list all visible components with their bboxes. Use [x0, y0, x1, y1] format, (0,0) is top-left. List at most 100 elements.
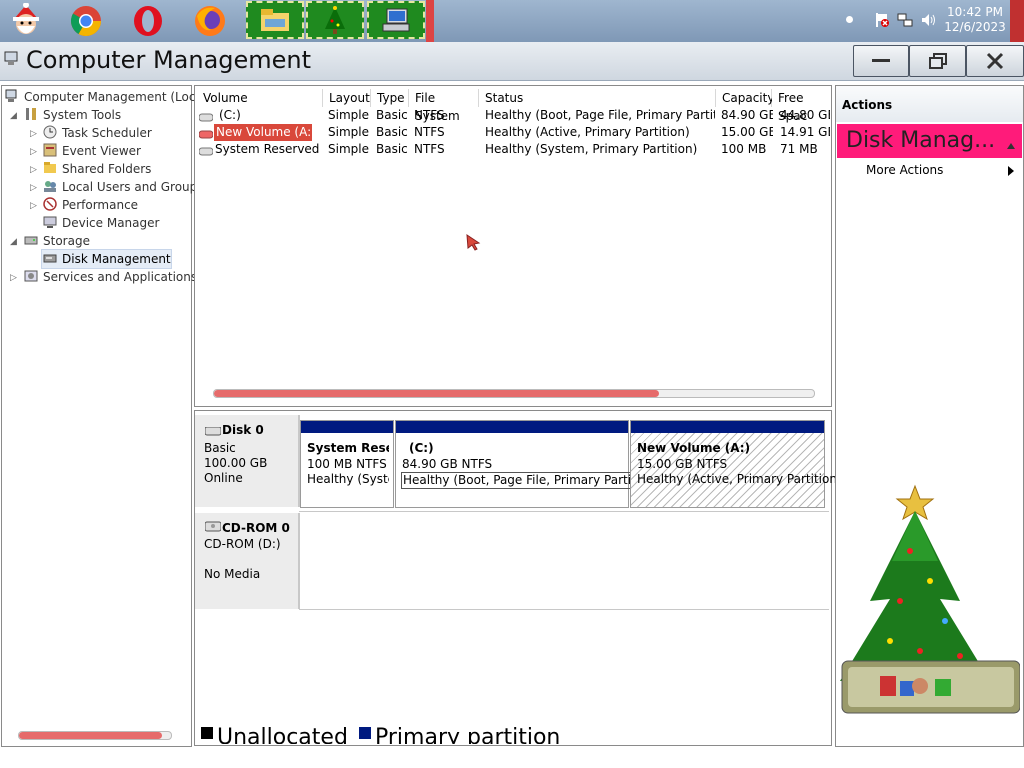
mouse-cursor-icon: [465, 233, 481, 254]
collapse-arrow-icon[interactable]: ▷: [10, 273, 20, 283]
clock[interactable]: 10:42 PM 12/6/2023: [940, 5, 1010, 35]
cell-layout: Simple: [328, 108, 369, 122]
performance-icon: [43, 197, 57, 211]
services-icon: [24, 269, 38, 283]
cell-free: 71 MB: [780, 142, 818, 156]
christmas-tree-icon[interactable]: [306, 1, 364, 39]
tree-item-system-tools[interactable]: System Tools: [24, 106, 121, 124]
close-button[interactable]: [966, 45, 1024, 77]
minimize-icon: [872, 59, 890, 62]
cell-status: Healthy (Boot, Page File, Primary Partit…: [485, 108, 715, 122]
cdrom-0-label[interactable]: CD-ROM 0 CD-ROM (D:) No Media: [195, 513, 300, 609]
chrome-icon[interactable]: [66, 2, 106, 40]
partition-status: Healthy (Active, Primary Partition): [637, 472, 842, 486]
tree-item-shared-folders[interactable]: Shared Folders: [43, 160, 151, 178]
volume-drive-icon: [198, 145, 214, 159]
actions-section-disk-management[interactable]: Disk Manag...: [837, 124, 1022, 158]
christmas-tree-gadget[interactable]: [820, 481, 1021, 721]
table-row[interactable]: System Reserved Simple Basic NTFS Health…: [195, 141, 829, 158]
cell-layout: Simple: [328, 142, 369, 156]
actions-header: Actions: [836, 86, 1023, 122]
tree-label: System Tools: [43, 108, 122, 122]
tree-label: Task Scheduler: [62, 126, 152, 140]
partition-status: Healthy (Boot, Page File, Primary Partit…: [401, 472, 661, 489]
column-header-file-system[interactable]: File System: [409, 89, 479, 123]
primary-partition-bar: [631, 421, 824, 433]
tree-horizontal-scrollbar[interactable]: [18, 731, 172, 740]
partition-system-reserved[interactable]: System Reserv 100 MB NTFS Healthy (Syste…: [300, 420, 394, 508]
collapse-arrow-icon[interactable]: ▷: [30, 183, 40, 193]
tree-item-disk-management[interactable]: Disk Management: [43, 250, 171, 268]
disk-layout-panel: Disk 0 Basic 100.00 GB Online System Res…: [194, 410, 842, 746]
device-manager-icon: [43, 215, 57, 229]
column-header-free-space[interactable]: Free Spac: [772, 89, 829, 123]
collapse-arrow-icon[interactable]: ▷: [30, 165, 40, 175]
collapse-up-icon[interactable]: [1007, 138, 1015, 152]
action-center-flag-icon[interactable]: [873, 12, 889, 28]
show-desktop-button[interactable]: [1010, 0, 1024, 42]
legend-unallocated-label: Unallocated: [217, 726, 348, 744]
app-icon: [4, 50, 20, 69]
column-header-capacity[interactable]: Capacity: [716, 89, 774, 107]
partition-new-volume-a[interactable]: New Volume (A:) 15.00 GB NTFS Healthy (A…: [630, 420, 842, 508]
volume-list: Volume Layout Type File System Status Ca…: [194, 85, 832, 407]
cell-volume: (C:): [219, 108, 241, 122]
disk-0-state: Online: [204, 471, 243, 485]
cell-type: Basic: [376, 142, 408, 156]
tree-root[interactable]: Computer Management (Local: [5, 88, 206, 106]
partition-name: (C:): [409, 441, 434, 455]
cell-capacity: 15.00 GB: [721, 125, 773, 139]
network-computer-icon[interactable]: [367, 1, 425, 39]
partition-c[interactable]: (C:) 84.90 GB NTFS Healthy (Boot, Page F…: [395, 420, 661, 508]
tree-label: Performance: [62, 198, 139, 212]
file-explorer-icon[interactable]: [246, 1, 304, 39]
tree-item-local-users[interactable]: Local Users and Groups: [43, 178, 204, 196]
primary-partition-bar: [396, 421, 628, 433]
collapse-arrow-icon[interactable]: ▷: [30, 201, 40, 211]
cell-fs: NTFS: [414, 108, 445, 122]
cell-capacity: 100 MB: [721, 142, 767, 156]
expand-arrow-icon[interactable]: ◢: [10, 111, 20, 121]
volume-drive-icon: [198, 128, 214, 142]
restore-button[interactable]: [909, 45, 966, 77]
volume-horizontal-scrollbar[interactable]: [213, 389, 815, 398]
volume-icon[interactable]: [920, 12, 936, 28]
santa-icon[interactable]: [6, 2, 46, 40]
tree-item-task-scheduler[interactable]: Task Scheduler: [43, 124, 152, 142]
column-header-layout[interactable]: Layout: [323, 89, 371, 107]
cdrom-name: CD-ROM 0: [222, 521, 290, 535]
tree-label: Device Manager: [62, 216, 160, 230]
tree-item-event-viewer[interactable]: Event Viewer: [43, 142, 141, 160]
table-row-selected[interactable]: New Volume (A:) Simple Basic NTFS Health…: [195, 124, 830, 142]
computer-management-icon: [5, 89, 19, 103]
column-header-status[interactable]: Status: [479, 89, 716, 107]
tree-item-device-manager[interactable]: Device Manager: [43, 214, 159, 232]
firefox-icon[interactable]: [190, 2, 230, 40]
tree-item-storage[interactable]: Storage: [24, 232, 90, 250]
partition-name: New Volume (A:): [637, 441, 751, 455]
tree-label: Event Viewer: [62, 144, 141, 158]
tray-dot-icon: [846, 16, 853, 23]
tree-item-services[interactable]: Services and Applications: [24, 268, 197, 286]
tree-scrollbar-thumb[interactable]: [19, 732, 162, 739]
tree-item-performance[interactable]: Performance: [43, 196, 138, 214]
tree-label: Storage: [43, 234, 90, 248]
collapse-arrow-icon[interactable]: ▷: [30, 129, 40, 139]
opera-icon[interactable]: [128, 2, 168, 40]
legend-primary-swatch: [359, 727, 371, 739]
column-header-type[interactable]: Type: [371, 89, 409, 107]
column-header-volume[interactable]: Volume: [197, 89, 323, 107]
taskbar: 10:42 PM 12/6/2023: [0, 0, 1024, 42]
volume-scrollbar-thumb[interactable]: [214, 390, 659, 397]
table-row[interactable]: (C:) Simple Basic NTFS Healthy (Boot, Pa…: [195, 107, 830, 124]
expand-arrow-icon[interactable]: ◢: [10, 237, 20, 247]
more-actions-item[interactable]: More Actions: [866, 163, 943, 177]
minimize-button[interactable]: [853, 45, 909, 77]
network-icon[interactable]: [897, 12, 913, 28]
navigation-tree: Computer Management (Local ◢ System Tool…: [1, 85, 206, 747]
disk-0-label[interactable]: Disk 0 Basic 100.00 GB Online: [195, 415, 300, 507]
actions-panel: Actions Disk Manag... More Actions: [835, 85, 1024, 747]
event-viewer-icon: [43, 143, 57, 157]
disk-icon: [204, 425, 222, 439]
collapse-arrow-icon[interactable]: ▷: [30, 147, 40, 157]
